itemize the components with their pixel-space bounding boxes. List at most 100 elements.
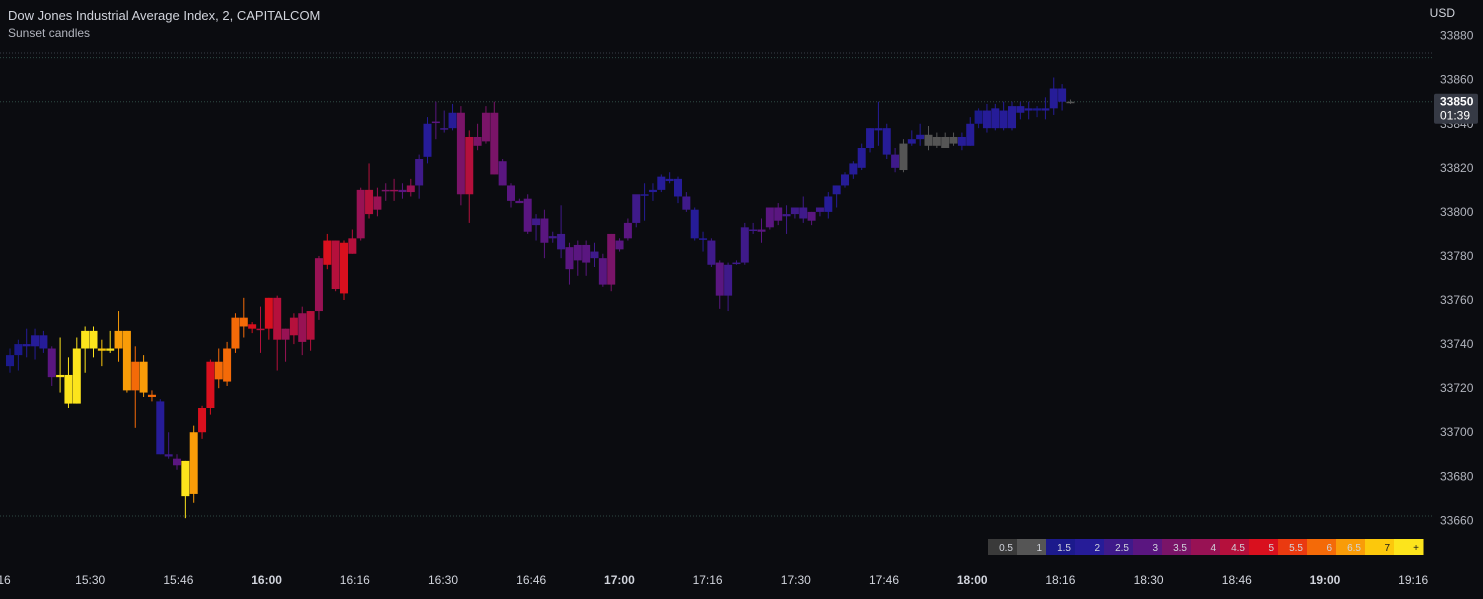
candle[interactable] bbox=[181, 460, 190, 519]
candle[interactable] bbox=[849, 161, 858, 179]
candle[interactable] bbox=[607, 233, 616, 292]
candle[interactable] bbox=[81, 326, 90, 373]
candle[interactable] bbox=[131, 346, 140, 428]
candle[interactable] bbox=[189, 425, 198, 503]
candle[interactable] bbox=[598, 253, 607, 287]
candle[interactable] bbox=[415, 154, 424, 199]
candle[interactable] bbox=[757, 218, 766, 243]
candle[interactable] bbox=[732, 260, 741, 265]
candle[interactable] bbox=[448, 103, 457, 131]
candle[interactable] bbox=[473, 123, 482, 151]
candle[interactable] bbox=[373, 187, 382, 217]
time-axis[interactable]: 16 15:30 15:46 16:00 16:16 16:30 16:46 17:00 17:… bbox=[0, 573, 1429, 587]
candle[interactable] bbox=[481, 106, 490, 144]
candle[interactable] bbox=[1066, 99, 1075, 104]
candle[interactable] bbox=[857, 143, 866, 171]
candle[interactable] bbox=[214, 348, 223, 389]
candle[interactable] bbox=[540, 209, 549, 259]
candle[interactable] bbox=[231, 313, 240, 353]
candle[interactable] bbox=[465, 130, 474, 223]
candle[interactable] bbox=[440, 110, 449, 133]
candle[interactable] bbox=[248, 322, 257, 334]
candle[interactable] bbox=[1058, 84, 1067, 111]
candle[interactable] bbox=[765, 207, 774, 230]
candle[interactable] bbox=[899, 139, 908, 173]
candle[interactable] bbox=[932, 132, 941, 148]
candle[interactable] bbox=[957, 132, 966, 151]
candle[interactable] bbox=[924, 125, 933, 151]
candle[interactable] bbox=[323, 233, 332, 270]
candle[interactable] bbox=[682, 192, 691, 212]
candle[interactable] bbox=[498, 159, 507, 186]
candle[interactable] bbox=[657, 174, 666, 193]
candle[interactable] bbox=[648, 183, 657, 201]
candle[interactable] bbox=[774, 203, 783, 226]
candle[interactable] bbox=[582, 240, 591, 276]
candle[interactable] bbox=[674, 176, 682, 204]
candle[interactable] bbox=[1041, 97, 1050, 120]
candle[interactable] bbox=[690, 207, 699, 241]
candle[interactable] bbox=[72, 337, 81, 404]
candle[interactable] bbox=[298, 306, 307, 356]
candle[interactable] bbox=[147, 390, 156, 402]
candle[interactable] bbox=[724, 262, 733, 312]
candle[interactable] bbox=[456, 106, 465, 206]
candle[interactable] bbox=[31, 328, 40, 360]
candle[interactable] bbox=[381, 183, 390, 201]
candle[interactable] bbox=[114, 311, 123, 362]
candle[interactable] bbox=[749, 222, 758, 234]
candle[interactable] bbox=[557, 205, 566, 259]
candle[interactable] bbox=[640, 183, 649, 221]
candle[interactable] bbox=[974, 108, 983, 129]
currency-label[interactable]: USD bbox=[1430, 6, 1455, 20]
candle[interactable] bbox=[874, 101, 883, 146]
candle[interactable] bbox=[699, 231, 708, 252]
candle[interactable] bbox=[423, 117, 432, 164]
candle[interactable] bbox=[431, 101, 440, 140]
candle[interactable] bbox=[56, 337, 65, 393]
candle[interactable] bbox=[22, 328, 31, 358]
indicator-name[interactable]: Sunset candles bbox=[8, 25, 320, 41]
candle[interactable] bbox=[982, 103, 991, 133]
price-axis[interactable]: 33660 33680 33700 33720 33740 33760 33780 33800… bbox=[1434, 29, 1478, 528]
candle[interactable] bbox=[573, 240, 582, 276]
candle[interactable] bbox=[548, 231, 557, 243]
candle[interactable] bbox=[632, 194, 641, 228]
candle[interactable] bbox=[615, 238, 624, 252]
candle[interactable] bbox=[398, 183, 407, 199]
candle[interactable] bbox=[507, 183, 515, 208]
candle[interactable] bbox=[64, 357, 73, 408]
candle[interactable] bbox=[223, 341, 232, 386]
candle[interactable] bbox=[523, 194, 532, 234]
candle[interactable] bbox=[289, 313, 298, 345]
candle[interactable] bbox=[916, 123, 925, 146]
candle[interactable] bbox=[490, 101, 499, 175]
candle[interactable] bbox=[89, 326, 98, 358]
candle[interactable] bbox=[122, 330, 131, 393]
candle[interactable] bbox=[832, 185, 841, 208]
candle[interactable] bbox=[891, 148, 900, 173]
candle[interactable] bbox=[790, 207, 799, 219]
candle[interactable] bbox=[365, 163, 374, 219]
candle[interactable] bbox=[866, 128, 875, 153]
candle[interactable] bbox=[782, 205, 791, 234]
candle[interactable] bbox=[256, 306, 265, 353]
candle[interactable] bbox=[991, 103, 1000, 131]
candle[interactable] bbox=[532, 214, 541, 241]
candle[interactable] bbox=[390, 178, 399, 201]
candle[interactable] bbox=[515, 198, 524, 204]
candle[interactable] bbox=[565, 242, 574, 285]
candle[interactable] bbox=[665, 172, 674, 184]
candle[interactable] bbox=[198, 405, 207, 439]
candle[interactable] bbox=[206, 359, 215, 415]
candle[interactable] bbox=[156, 399, 165, 455]
candle[interactable] bbox=[47, 346, 56, 386]
candle[interactable] bbox=[941, 132, 950, 148]
candle[interactable] bbox=[1016, 101, 1025, 120]
candle[interactable] bbox=[815, 207, 824, 217]
candle[interactable] bbox=[239, 297, 248, 338]
candle[interactable] bbox=[6, 348, 14, 373]
candle[interactable] bbox=[106, 330, 115, 353]
candles-layer[interactable] bbox=[6, 77, 1075, 519]
chart-canvas[interactable]: Dow Jones Industrial Average Index, 2, C… bbox=[0, 0, 1483, 594]
